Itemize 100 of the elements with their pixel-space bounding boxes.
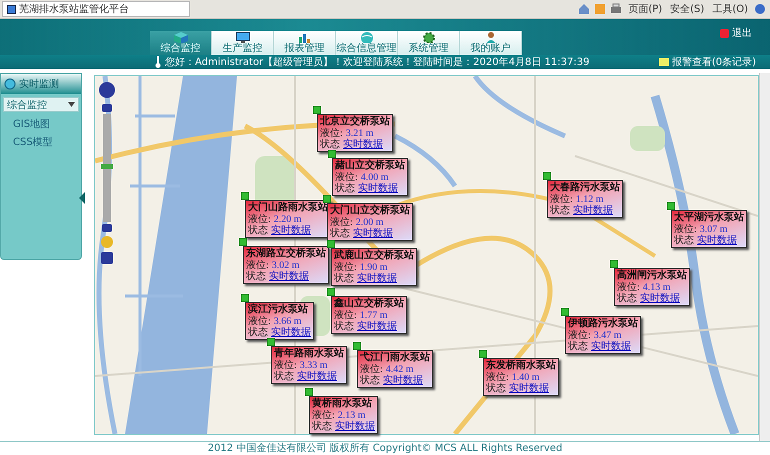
station-name: 北京立交桥泵站 — [320, 116, 390, 128]
level-value: 2.20 m — [274, 214, 302, 225]
printer-icon[interactable] — [610, 3, 622, 15]
toolbar-menu[interactable]: 安全(S) — [668, 2, 706, 16]
sidebar-link[interactable]: GIS地图 — [1, 115, 81, 133]
nav-tab[interactable]: 报表管理 — [274, 31, 336, 55]
level-value: 1.90 m — [360, 262, 388, 273]
realtime-link[interactable]: 实时数据 — [357, 273, 397, 284]
realtime-link[interactable]: 实时数据 — [383, 375, 423, 386]
alarm-link[interactable]: 报警查看(0条记录) — [652, 54, 762, 70]
status-label: 状态 — [334, 321, 354, 332]
level-value: 3.33 m — [300, 360, 328, 371]
level-label: 液位: — [248, 214, 271, 225]
realtime-link[interactable]: 实时数据 — [640, 293, 680, 304]
station-name: 黄桥雨水泵站 — [312, 398, 373, 410]
chart-icon — [296, 31, 312, 43]
toolbar-menu[interactable]: 页面(P) — [626, 2, 664, 16]
level-label: 液位: — [312, 410, 335, 421]
gear-icon — [420, 31, 436, 43]
note-icon — [658, 58, 669, 66]
level-label: 液位: — [335, 172, 358, 183]
status-label: 状态 — [334, 273, 354, 284]
page-icon — [7, 4, 16, 14]
pin-icon[interactable] — [241, 294, 249, 302]
level-label: 液位: — [334, 310, 357, 321]
nav-tab[interactable]: 综合监控 — [150, 31, 212, 55]
station-name: 鑫山立交桥泵站 — [334, 298, 404, 310]
nav-tab[interactable]: 我的账户 — [460, 31, 522, 55]
pin-icon[interactable] — [479, 350, 487, 358]
browser-tab[interactable]: 芜湖排水泵站监管化平台 — [2, 1, 190, 17]
status-label: 状态 — [274, 371, 294, 382]
collapse-icon[interactable] — [79, 192, 85, 204]
station-name: 赭山立交桥泵站 — [335, 160, 405, 172]
globe-icon — [358, 31, 374, 43]
home-icon[interactable] — [578, 3, 590, 15]
level-label: 液位: — [360, 364, 383, 375]
pin-icon[interactable] — [267, 338, 275, 346]
status-label: 状态 — [246, 271, 266, 282]
realtime-link[interactable]: 实时数据 — [343, 139, 383, 150]
realtime-link[interactable]: 实时数据 — [697, 235, 737, 246]
nav-tab[interactable]: 综合信息管理 — [336, 31, 398, 55]
realtime-link[interactable]: 实时数据 — [358, 183, 398, 194]
realtime-link[interactable]: 实时数据 — [271, 225, 311, 236]
status-label: 状态 — [312, 421, 332, 432]
pin-icon[interactable] — [353, 342, 361, 350]
level-value: 4.13 m — [642, 282, 671, 293]
scrollbar[interactable] — [759, 73, 770, 441]
station-name: 伊顿路污水泵站 — [568, 318, 638, 330]
status-label: 状态 — [248, 327, 268, 338]
toolbar-menu[interactable]: 工具(O) — [710, 2, 750, 16]
logout-button[interactable]: 退出 — [714, 25, 758, 41]
status-label: 状态 — [674, 235, 694, 246]
realtime-link[interactable]: 实时数据 — [353, 228, 393, 239]
status-label: 状态 — [360, 375, 380, 386]
level-label: 液位: — [246, 260, 269, 271]
nav-tab[interactable]: 生产监控 — [212, 31, 274, 55]
pin-icon[interactable] — [667, 202, 675, 210]
status-label: 状态 — [335, 183, 355, 194]
sidebar-title: 实时监测 — [19, 78, 59, 91]
realtime-link[interactable]: 实时数据 — [297, 371, 337, 382]
pin-icon[interactable] — [561, 308, 569, 316]
close-icon — [720, 28, 729, 38]
realtime-link[interactable]: 实时数据 — [271, 327, 311, 338]
globe-icon — [4, 78, 16, 90]
realtime-link[interactable]: 实时数据 — [591, 341, 631, 352]
pin-icon[interactable] — [305, 388, 313, 396]
pin-icon[interactable] — [543, 172, 551, 180]
station-name: 东湖路立交桥泵站 — [246, 248, 326, 260]
pin-icon[interactable] — [313, 106, 321, 114]
welcome-text: 您好：Administrator【超级管理员】！欢迎登陆系统！登陆时间是：2020年4月8日 11:37:39 — [165, 56, 590, 69]
level-label: 液位: — [320, 128, 343, 139]
pin-icon[interactable] — [239, 238, 247, 246]
realtime-link[interactable]: 实时数据 — [509, 383, 549, 394]
level-value: 4.42 m — [386, 364, 414, 375]
station-name: 青年路雨水泵站 — [274, 348, 344, 360]
category-dropdown[interactable]: 综合监控 — [3, 97, 79, 112]
station-name: 高洲闸污水泵站 — [617, 270, 687, 282]
level-label: 液位: — [330, 217, 353, 228]
level-label: 液位: — [568, 330, 591, 341]
level-value: 3.66 m — [274, 316, 302, 327]
status-label: 状态 — [330, 228, 350, 239]
footer-text: 2012 中国金佳达有限公司 版权所有 Copyright© MCS ALL Rights Reserved — [0, 441, 770, 455]
nav-tab[interactable]: 系统管理 — [398, 31, 460, 55]
level-value: 1.40 m — [512, 372, 540, 383]
pin-icon[interactable] — [323, 195, 331, 203]
pin-icon[interactable] — [328, 150, 336, 158]
status-label: 状态 — [617, 293, 637, 304]
level-value: 2.00 m — [356, 217, 384, 228]
level-value: 3.02 m — [272, 260, 300, 271]
realtime-link[interactable]: 实时数据 — [573, 205, 613, 216]
realtime-link[interactable]: 实时数据 — [357, 321, 397, 332]
pin-icon[interactable] — [327, 288, 335, 296]
realtime-link[interactable]: 实时数据 — [269, 271, 309, 282]
sidebar-link[interactable]: CSS模型 — [1, 133, 81, 151]
status-label: 状态 — [486, 383, 506, 394]
pin-icon[interactable] — [610, 260, 618, 268]
level-label: 液位: — [486, 372, 509, 383]
realtime-link[interactable]: 实时数据 — [335, 421, 375, 432]
pin-icon[interactable] — [241, 192, 249, 200]
station-name: 东发桥雨水泵站 — [486, 360, 556, 372]
